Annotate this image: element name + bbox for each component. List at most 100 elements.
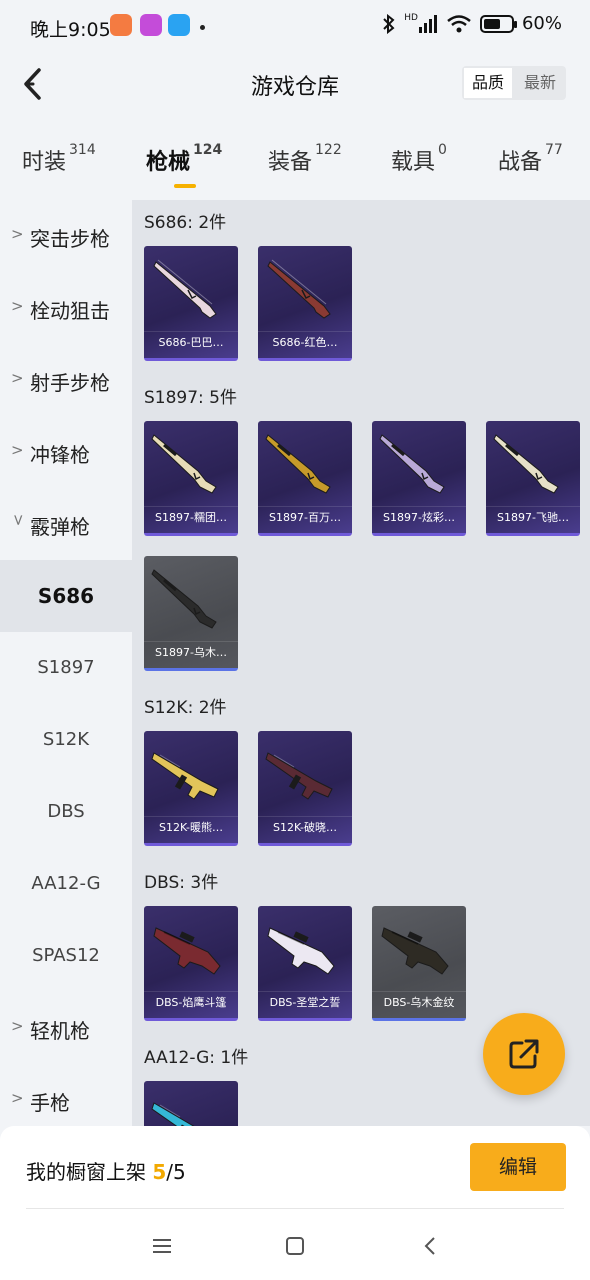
- skin-card[interactable]: S686-红色…: [258, 246, 352, 361]
- sidebar-item-bolt-sniper[interactable]: > 栓动狙击: [0, 272, 132, 344]
- sidebar-item-smg[interactable]: > 冲锋枪: [0, 416, 132, 488]
- menu-button[interactable]: [148, 1232, 176, 1260]
- sort-option-quality[interactable]: 品质: [462, 66, 514, 100]
- sidebar-item-label: 冲锋枪: [30, 443, 90, 467]
- tab-count: 124: [193, 142, 223, 158]
- shotgun-skin-icon: [267, 259, 331, 319]
- edit-button[interactable]: 编辑: [470, 1143, 566, 1191]
- rifle-skin-icon: [265, 752, 333, 800]
- sort-toggle: 品质 最新: [462, 66, 566, 100]
- sidebar-item-shotgun[interactable]: > 霰弹枪: [0, 488, 132, 560]
- rifle-skin-icon: [151, 1102, 195, 1126]
- skin-card[interactable]: S1897-糯团…: [144, 421, 238, 536]
- skin-card[interactable]: S1897-乌木…: [144, 556, 238, 671]
- sidebar-item-marksman-rifle[interactable]: > 射手步枪: [0, 344, 132, 416]
- pump-shotgun-skin-icon: [493, 434, 559, 494]
- app-notification-icon: [110, 14, 132, 36]
- chevron-right-icon: >: [11, 1089, 24, 1107]
- skin-card[interactable]: DBS-乌木金纹: [372, 906, 466, 1021]
- skin-card[interactable]: S1897-炫彩…: [372, 421, 466, 536]
- tab-outfits[interactable]: 时装 314: [22, 142, 96, 184]
- tab-label: 载具: [391, 150, 436, 175]
- tab-count: 122: [315, 142, 342, 158]
- showcase-total: /5: [166, 1160, 186, 1184]
- tab-supplies[interactable]: 战备 77: [498, 142, 563, 184]
- bullpup-shotgun-skin-icon: [381, 927, 449, 975]
- group-title: S12K: 2件: [144, 698, 227, 718]
- nav-back-button[interactable]: [416, 1232, 444, 1260]
- status-time: 晚上9:05: [30, 19, 111, 41]
- sidebar-subitem-spas12[interactable]: SPAS12: [0, 920, 132, 992]
- sidebar-item-label: 栓动狙击: [30, 299, 110, 323]
- skin-name: DBS-乌木金纹: [383, 996, 455, 1009]
- home-icon: [286, 1237, 304, 1255]
- sidebar-item-label: 突击步枪: [30, 227, 110, 251]
- signal-icon: [418, 14, 437, 33]
- battery-icon: [479, 14, 517, 33]
- skin-card[interactable]: S1897-飞驰…: [486, 421, 580, 536]
- home-button[interactable]: [281, 1232, 309, 1260]
- sidebar-item-lmg[interactable]: > 轻机枪: [0, 992, 132, 1064]
- skin-card[interactable]: DBS-圣堂之誓: [258, 906, 352, 1021]
- group-title: DBS: 3件: [144, 873, 219, 893]
- chevron-right-icon: >: [11, 441, 24, 459]
- skin-name: S1897-百万…: [269, 511, 341, 524]
- divider: [26, 1208, 564, 1209]
- menu-icon: [153, 1239, 171, 1253]
- skin-name: S686-巴巴…: [158, 336, 224, 349]
- sidebar-item-pistol[interactable]: > 手枪: [0, 1064, 132, 1126]
- sidebar-subitem-s686[interactable]: S686: [0, 560, 132, 632]
- skin-name: S1897-糯团…: [155, 511, 227, 524]
- sidebar-subitem-aa12g[interactable]: AA12-G: [0, 848, 132, 920]
- sidebar-subitem-dbs[interactable]: DBS: [0, 776, 132, 848]
- skin-name: S12K-破晓…: [272, 821, 337, 834]
- status-bar: 晚上9:05 HD 60%: [0, 0, 590, 52]
- app-notification-icon: [140, 14, 162, 36]
- app-notification-icon: [168, 14, 190, 36]
- skin-name: S1897-乌木…: [155, 646, 227, 659]
- sidebar-subitem-s1897[interactable]: S1897: [0, 632, 132, 704]
- rifle-skin-icon: [151, 752, 219, 800]
- skin-card[interactable]: DBS-焰鹰斗篷: [144, 906, 238, 1021]
- tab-label: 时装: [22, 150, 67, 175]
- pump-shotgun-skin-icon: [265, 434, 331, 494]
- sidebar-item-label: 轻机枪: [30, 1019, 90, 1043]
- sort-option-latest[interactable]: 最新: [514, 66, 566, 100]
- skin-name: S1897-炫彩…: [383, 511, 455, 524]
- skin-card[interactable]: S12K-破晓…: [258, 731, 352, 846]
- sidebar-item-assault-rifle[interactable]: > 突击步枪: [0, 200, 132, 272]
- shotgun-skin-icon: [153, 259, 217, 319]
- pump-shotgun-skin-icon: [379, 434, 445, 494]
- tab-count: 314: [69, 142, 96, 158]
- more-notifications-dot: [200, 25, 205, 30]
- share-button[interactable]: [483, 1013, 565, 1095]
- sidebar-subitem-s12k[interactable]: S12K: [0, 704, 132, 776]
- tab-label: 战备: [498, 150, 543, 175]
- showcase-count: 5: [152, 1160, 167, 1184]
- skin-grid: S686-巴巴… S686-红色…: [144, 246, 590, 381]
- wifi-icon: [447, 14, 471, 32]
- skin-card[interactable]: S12K-暖熊…: [144, 731, 238, 846]
- weapon-skin-list: S686: 2件 S686-巴巴… S686-红色… S1897: 5件 S189…: [132, 200, 590, 1126]
- tab-equipment[interactable]: 装备 122: [268, 142, 342, 184]
- skin-card[interactable]: S686-巴巴…: [144, 246, 238, 361]
- sidebar-item-label: 霰弹枪: [30, 515, 90, 539]
- pump-shotgun-skin-icon: [151, 434, 217, 494]
- tab-weapons[interactable]: 枪械 124: [146, 142, 223, 188]
- back-icon: [424, 1237, 435, 1255]
- bluetooth-icon: [383, 13, 395, 34]
- chevron-right-icon: >: [11, 1017, 24, 1035]
- skin-name: DBS-圣堂之誓: [269, 996, 341, 1009]
- tab-vehicles[interactable]: 载具 0: [391, 142, 447, 184]
- skin-card[interactable]: S1897-百万…: [258, 421, 352, 536]
- tab-count: 0: [438, 142, 447, 158]
- skin-grid: S1897-糯团… S1897-百万… S1897-炫彩… S1897-飞驰… …: [144, 421, 590, 691]
- chevron-down-icon: >: [9, 513, 28, 527]
- share-icon: [509, 1039, 539, 1069]
- group-title: S686: 2件: [144, 213, 227, 233]
- skin-card[interactable]: AA12-G-缤…: [144, 1081, 238, 1126]
- skin-name: S12K-暖熊…: [158, 821, 223, 834]
- category-tabs: 时装 314 枪械 124 装备 122 载具 0 战备 77: [0, 130, 590, 198]
- status-right: HD 60%: [382, 13, 562, 34]
- system-nav-bar: [0, 1210, 590, 1280]
